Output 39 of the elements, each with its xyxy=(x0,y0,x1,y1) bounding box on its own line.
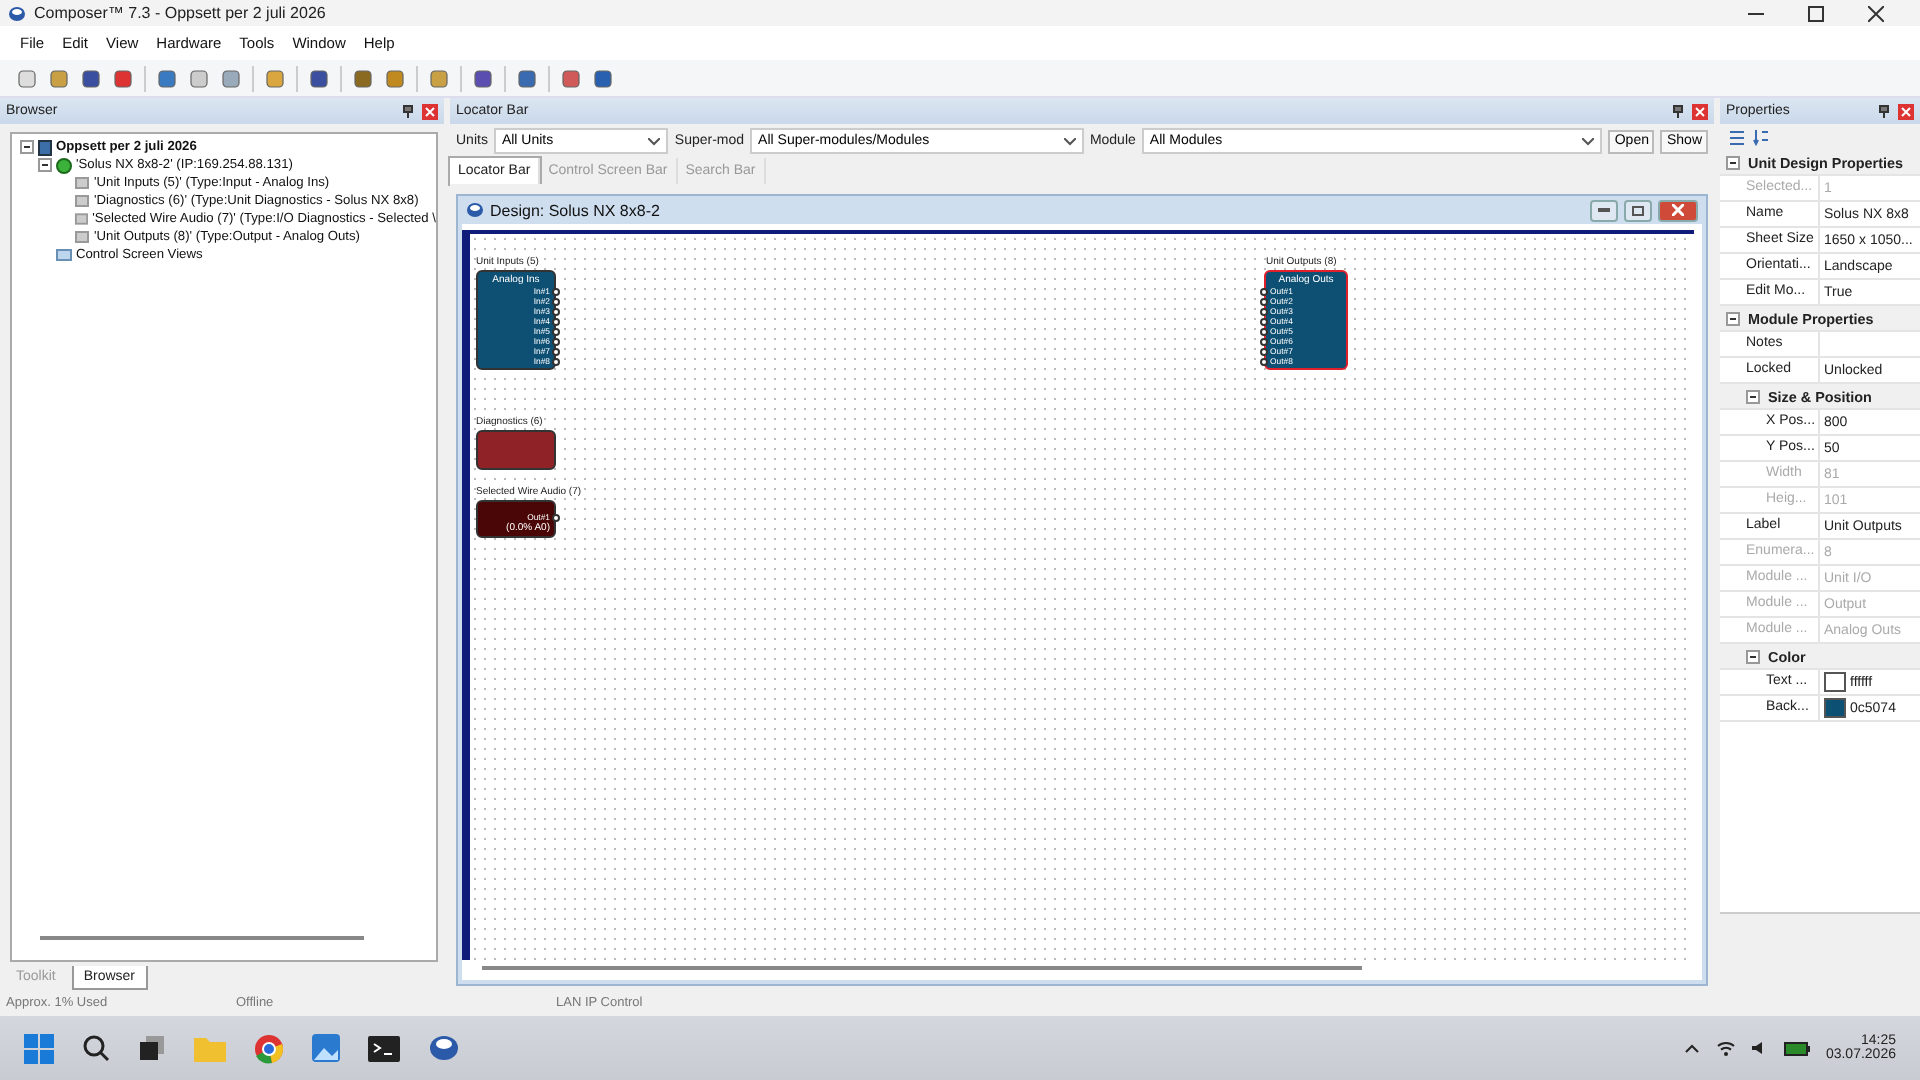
collapse-icon[interactable] xyxy=(1746,649,1760,663)
chevron-up-icon[interactable] xyxy=(1683,1042,1700,1054)
minimize-button[interactable] xyxy=(1590,199,1618,221)
photos-icon[interactable] xyxy=(312,1034,340,1062)
battery-icon[interactable] xyxy=(1783,1040,1810,1056)
pin-icon[interactable] xyxy=(1672,104,1684,118)
collapse-icon[interactable] xyxy=(1726,311,1740,325)
maximize-icon[interactable] xyxy=(1808,5,1824,21)
categorized-icon[interactable] xyxy=(1728,128,1746,146)
status-dot-icon xyxy=(56,157,72,173)
sort-icon[interactable] xyxy=(1752,128,1770,146)
task-view-icon[interactable] xyxy=(138,1034,166,1062)
close-icon xyxy=(1672,204,1684,216)
app-icon xyxy=(8,5,26,21)
collapse-icon[interactable] xyxy=(38,158,52,172)
minimize-icon xyxy=(1598,208,1610,212)
speaker-icon[interactable] xyxy=(1751,1040,1768,1056)
color-swatch[interactable] xyxy=(1824,672,1846,692)
collapse-icon[interactable] xyxy=(1746,389,1760,403)
browser-icon[interactable] xyxy=(254,1033,284,1063)
app-icon xyxy=(466,202,484,218)
pin-icon[interactable] xyxy=(1878,104,1890,118)
app-icon[interactable] xyxy=(428,1033,460,1063)
restore-button[interactable] xyxy=(1624,199,1652,221)
port-connector[interactable] xyxy=(552,513,560,521)
start-icon[interactable] xyxy=(24,1033,54,1063)
screen-icon xyxy=(56,248,72,262)
wifi-icon[interactable] xyxy=(1715,1040,1736,1056)
document-icon xyxy=(38,139,52,155)
collapse-icon[interactable] xyxy=(20,140,34,154)
close-button[interactable] xyxy=(1658,199,1698,221)
window-title: Composer™ 7.3 - Oppsett per 2 juli 2026 xyxy=(34,4,328,22)
color-swatch[interactable] xyxy=(1824,698,1846,718)
terminal-icon[interactable] xyxy=(368,1035,400,1061)
collapse-icon[interactable] xyxy=(1726,155,1740,169)
restore-icon xyxy=(1632,205,1644,215)
pin-icon[interactable] xyxy=(402,104,414,118)
window-title: Design: Solus NX 8x8-2 xyxy=(490,201,662,219)
close-icon[interactable] xyxy=(1868,5,1884,21)
